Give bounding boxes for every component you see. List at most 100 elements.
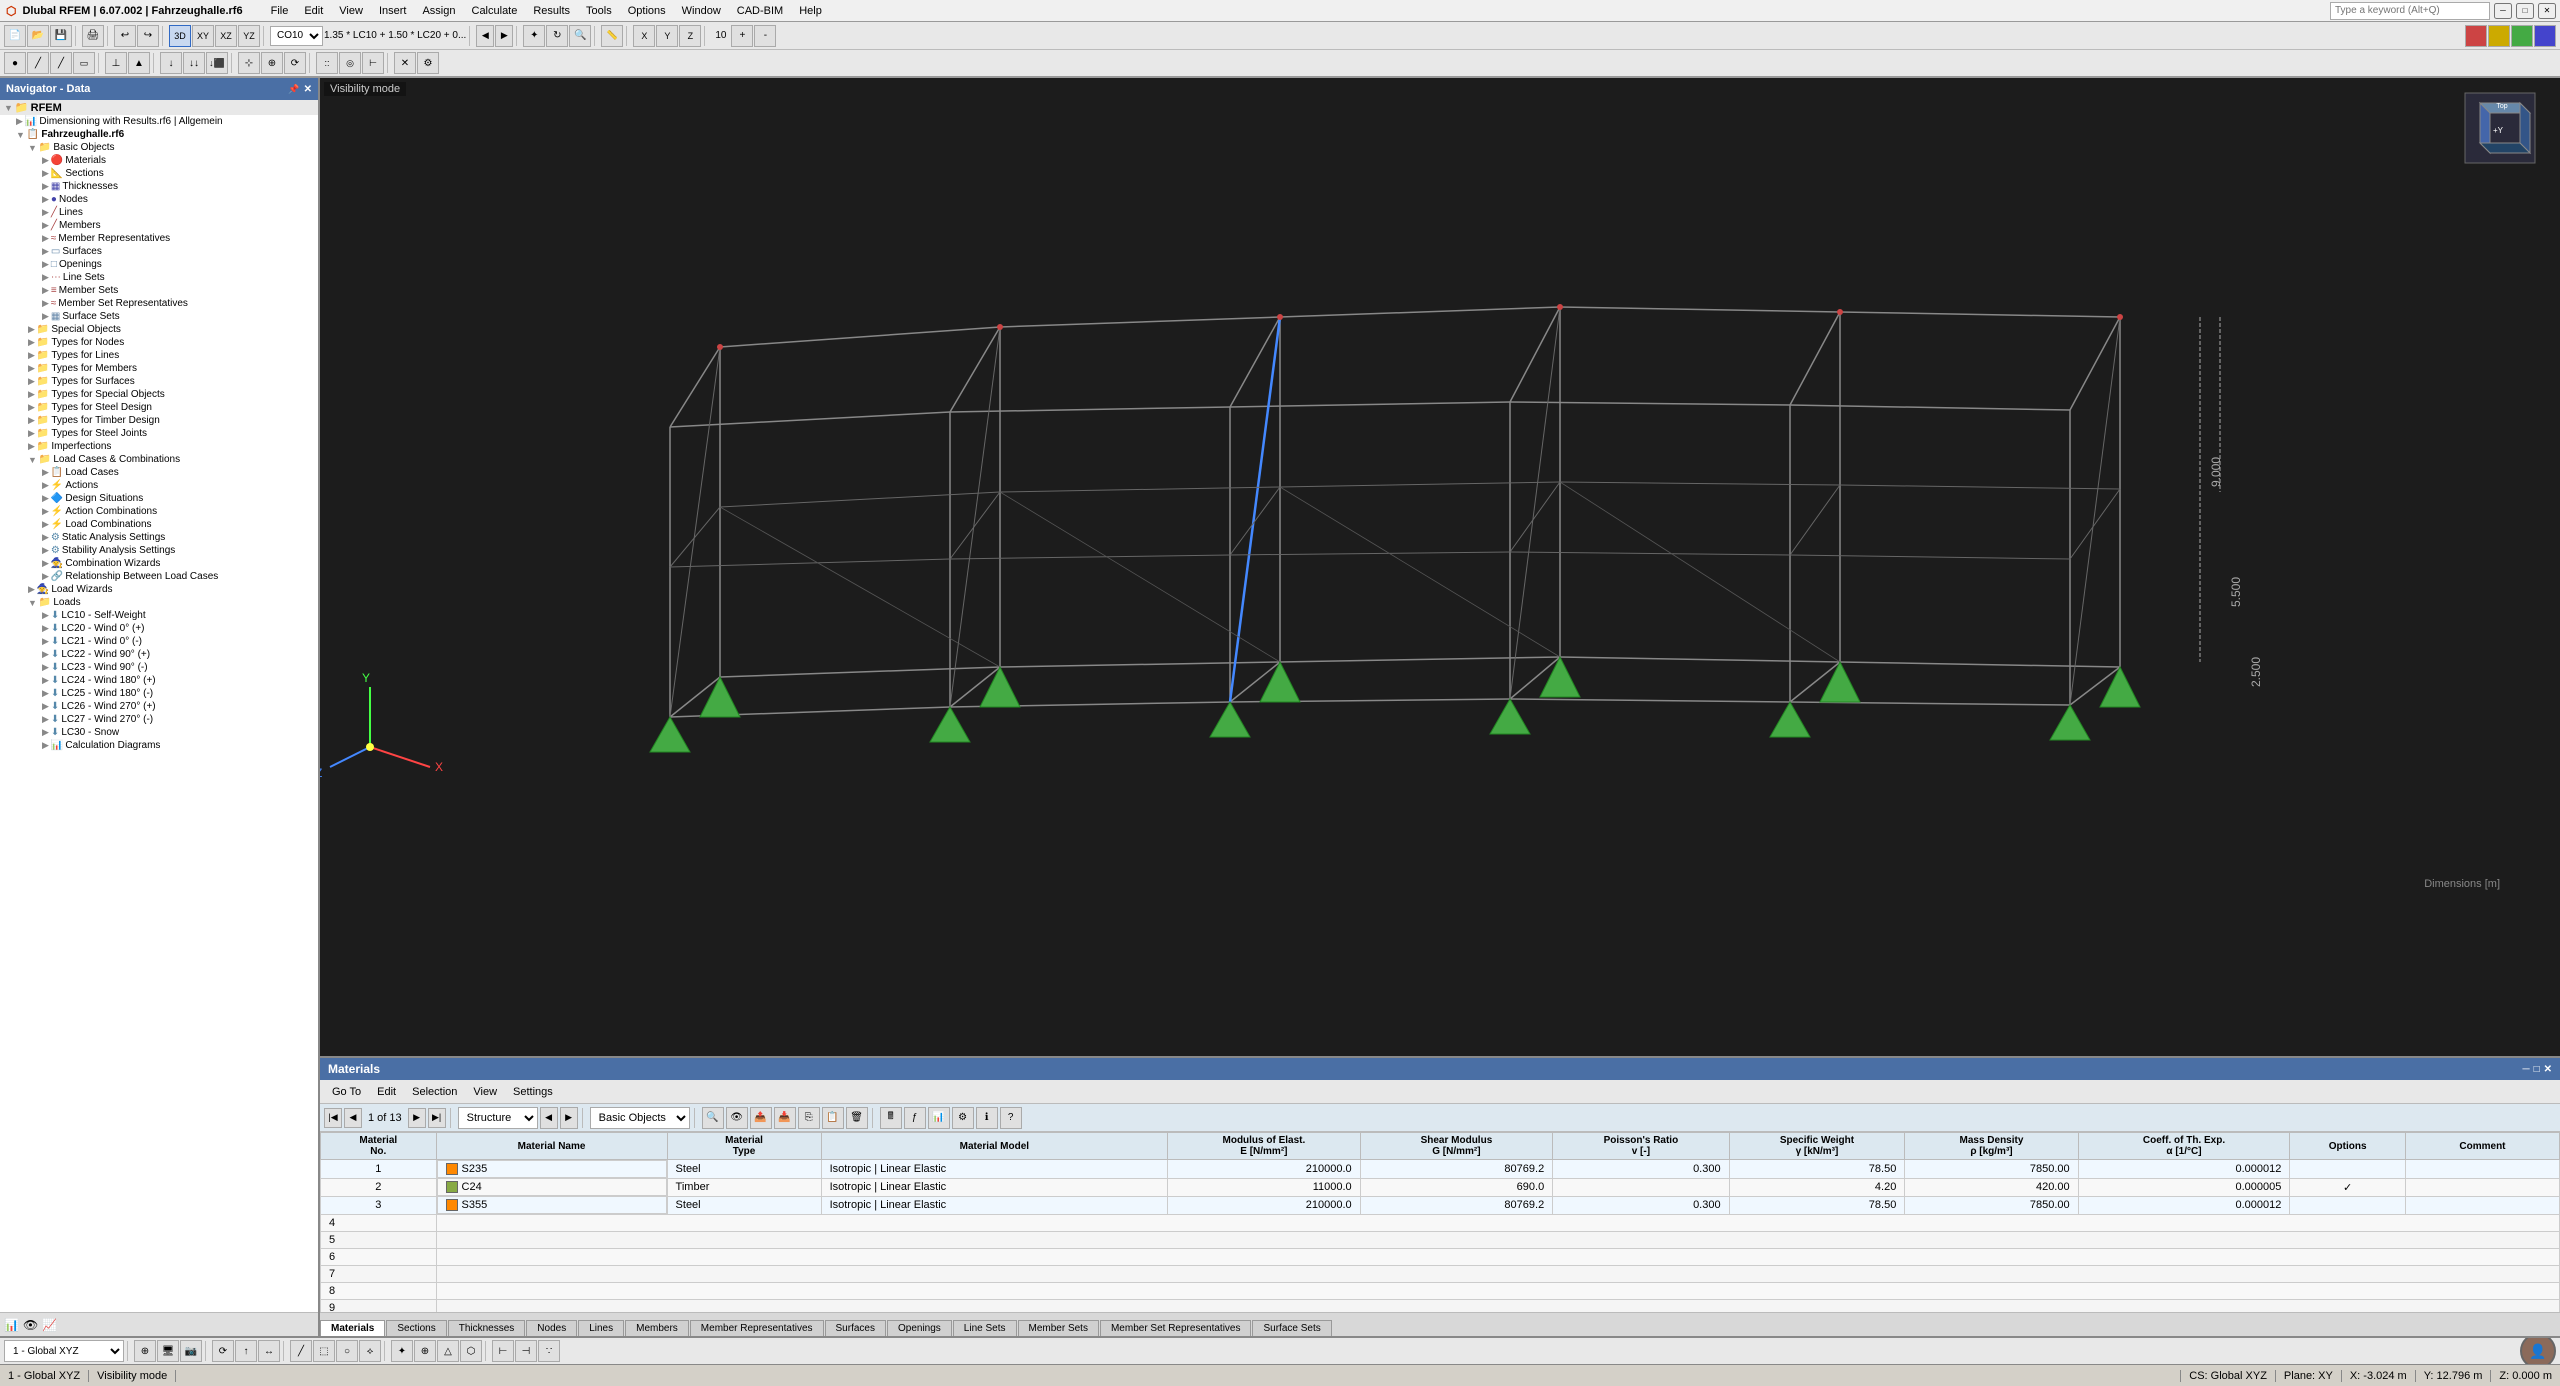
orientation-cube[interactable]: +Y Top	[2460, 88, 2540, 168]
tree-item-surface-sets[interactable]: ▶ ▦ Surface Sets	[0, 310, 318, 323]
member-tool[interactable]: ╱	[50, 52, 72, 74]
tab-member-sets[interactable]: Member Sets	[1018, 1320, 1099, 1336]
tree-item-lc25[interactable]: ▶ ⬇ LC25 - Wind 180° (-)	[0, 687, 318, 700]
structure-combo[interactable]: Structure	[458, 1107, 538, 1129]
nav-display-icon[interactable]: 👁	[23, 1318, 38, 1332]
zoom-button[interactable]: 🔍	[569, 25, 591, 47]
snap-node-tool[interactable]: ◎	[339, 52, 361, 74]
ortho-tool[interactable]: ⊢	[362, 52, 384, 74]
support-pin-tool[interactable]: ⊥	[105, 52, 127, 74]
move-tool[interactable]: ⊹	[238, 52, 260, 74]
view-xy-button[interactable]: XY	[192, 25, 214, 47]
bottom-tb-4[interactable]: ⟳	[212, 1340, 234, 1362]
materials-goto[interactable]: Go To	[324, 1084, 369, 1100]
tab-member-set-reps[interactable]: Member Set Representatives	[1100, 1320, 1252, 1336]
tree-item-loads[interactable]: ▼ 📁 Loads	[0, 596, 318, 609]
tree-item-types-surfaces[interactable]: ▶ 📁 Types for Surfaces	[0, 375, 318, 388]
mat-formula-btn[interactable]: ƒ	[904, 1107, 926, 1129]
menu-insert[interactable]: Insert	[371, 3, 415, 19]
tree-item-types-members[interactable]: ▶ 📁 Types for Members	[0, 362, 318, 375]
tree-item-special-objects[interactable]: ▶ 📁 Special Objects	[0, 323, 318, 336]
tree-item-basic-objects[interactable]: ▼ 📁 Basic Objects	[0, 141, 318, 154]
bottom-draw-5[interactable]: ✦	[391, 1340, 413, 1362]
tree-item-types-nodes[interactable]: ▶ 📁 Types for Nodes	[0, 336, 318, 349]
tab-openings[interactable]: Openings	[887, 1320, 952, 1336]
rotate-obj-tool[interactable]: ⟳	[284, 52, 306, 74]
bottom-draw-2[interactable]: ⬚	[313, 1340, 335, 1362]
color-blue-button[interactable]	[2534, 25, 2556, 47]
mat-delete-btn[interactable]: 🗑	[846, 1107, 868, 1129]
mat-paste-btn[interactable]: 📋	[822, 1107, 844, 1129]
bottom-tb-1[interactable]: ⊕	[134, 1340, 156, 1362]
tab-surfaces[interactable]: Surfaces	[825, 1320, 886, 1336]
mat-page-next[interactable]: ▶	[408, 1108, 426, 1128]
tab-lines[interactable]: Lines	[578, 1320, 624, 1336]
tree-item-member-reps[interactable]: ▶ ≈ Member Representatives	[0, 232, 318, 245]
search-input[interactable]	[2330, 2, 2490, 20]
tab-sections[interactable]: Sections	[386, 1320, 446, 1336]
bottom-draw-8[interactable]: ⬡	[460, 1340, 482, 1362]
z-axis-button[interactable]: Z	[679, 25, 701, 47]
table-row[interactable]: 2 C24 Timber Isotropic | Linear Elastic …	[321, 1178, 2560, 1196]
copy-tool[interactable]: ⊕	[261, 52, 283, 74]
zoom-in-button[interactable]: +	[731, 25, 753, 47]
tree-item-relationship-loads[interactable]: ▶ 🔗 Relationship Between Load Cases	[0, 570, 318, 583]
tree-item-types-steel-design[interactable]: ▶ 📁 Types for Steel Design	[0, 401, 318, 414]
mat-page-first[interactable]: |◀	[324, 1108, 342, 1128]
materials-table-container[interactable]: MaterialNo. Material Name MaterialType M…	[320, 1132, 2560, 1312]
surface-tool[interactable]: ▭	[73, 52, 95, 74]
nav-prev-button[interactable]: ◀	[476, 25, 494, 47]
mat-export-btn[interactable]: 📤	[750, 1107, 772, 1129]
tree-item-load-combinations[interactable]: ▶ ⚡ Load Combinations	[0, 518, 318, 531]
tree-item-fahrzeughalle[interactable]: ▼ 📋 Fahrzeughalle.rf6	[0, 128, 318, 141]
new-button[interactable]: 📄	[4, 25, 26, 47]
basic-objects-combo[interactable]: Basic Objects	[590, 1107, 690, 1129]
bottom-draw-6[interactable]: ⊕	[414, 1340, 436, 1362]
tree-item-sections[interactable]: ▶ 📐 Sections	[0, 167, 318, 180]
view-xz-button[interactable]: XZ	[215, 25, 237, 47]
tree-item-types-steel-joints[interactable]: ▶ 📁 Types for Steel Joints	[0, 427, 318, 440]
tree-item-actions[interactable]: ▶ ⚡ Actions	[0, 479, 318, 492]
menu-help[interactable]: Help	[791, 3, 830, 19]
bottom-draw-3[interactable]: ○	[336, 1340, 358, 1362]
select-button[interactable]: ✦	[523, 25, 545, 47]
mat-help-btn[interactable]: ?	[1000, 1107, 1022, 1129]
mat-nav-prev[interactable]: ◀	[540, 1107, 558, 1129]
tree-item-lc27[interactable]: ▶ ⬇ LC27 - Wind 270° (-)	[0, 713, 318, 726]
mat-copy-btn[interactable]: ⎘	[798, 1107, 820, 1129]
tree-item-combination-wizards[interactable]: ▶ 🧙 Combination Wizards	[0, 557, 318, 570]
table-row[interactable]: 5	[321, 1232, 2560, 1249]
table-row[interactable]: 6	[321, 1249, 2560, 1266]
tree-item-lc23[interactable]: ▶ ⬇ LC23 - Wind 90° (-)	[0, 661, 318, 674]
bottom-tb-2[interactable]: 🖥	[157, 1340, 179, 1362]
mat-page-prev[interactable]: ◀	[344, 1108, 362, 1128]
tree-item-load-cases[interactable]: ▶ 📋 Load Cases	[0, 466, 318, 479]
table-row[interactable]: 8	[321, 1283, 2560, 1300]
tree-item-surfaces[interactable]: ▶ ▭ Surfaces	[0, 245, 318, 258]
node-tool[interactable]: ●	[4, 52, 26, 74]
menu-cad-bim[interactable]: CAD-BIM	[729, 3, 791, 19]
table-row[interactable]: 3 S355 Steel Isotropic | Linear Elastic …	[321, 1196, 2560, 1215]
tree-item-member-sets[interactable]: ▶ ≡ Member Sets	[0, 284, 318, 297]
menu-file[interactable]: File	[263, 3, 297, 19]
tree-item-calc-diagrams[interactable]: ▶ 📊 Calculation Diagrams	[0, 739, 318, 752]
view-yz-button[interactable]: YZ	[238, 25, 260, 47]
3d-view[interactable]: Visibility mode	[320, 78, 2560, 1056]
tree-item-lc30[interactable]: ▶ ⬇ LC30 - Snow	[0, 726, 318, 739]
load-node-tool[interactable]: ↓	[160, 52, 182, 74]
tree-item-lc24[interactable]: ▶ ⬇ LC24 - Wind 180° (+)	[0, 674, 318, 687]
tree-item-member-set-reps[interactable]: ▶ ≈ Member Set Representatives	[0, 297, 318, 310]
nav-next-button[interactable]: ▶	[495, 25, 513, 47]
menu-tools[interactable]: Tools	[578, 3, 620, 19]
bottom-draw-7[interactable]: △	[437, 1340, 459, 1362]
menu-options[interactable]: Options	[620, 3, 674, 19]
bottom-tb-6[interactable]: ↔	[258, 1340, 280, 1362]
zoom-out-button[interactable]: -	[754, 25, 776, 47]
mat-import-btn[interactable]: 📥	[774, 1107, 796, 1129]
nav-close-button[interactable]: ✕	[304, 84, 312, 95]
properties-tool[interactable]: ⚙	[417, 52, 439, 74]
tree-item-dimensioning[interactable]: ▶ 📊 Dimensioning with Results.rf6 | Allg…	[0, 115, 318, 128]
mat-results-btn[interactable]: 📊	[928, 1107, 950, 1129]
redo-button[interactable]: ↪	[137, 25, 159, 47]
tree-item-members[interactable]: ▶ ╱ Members	[0, 219, 318, 232]
